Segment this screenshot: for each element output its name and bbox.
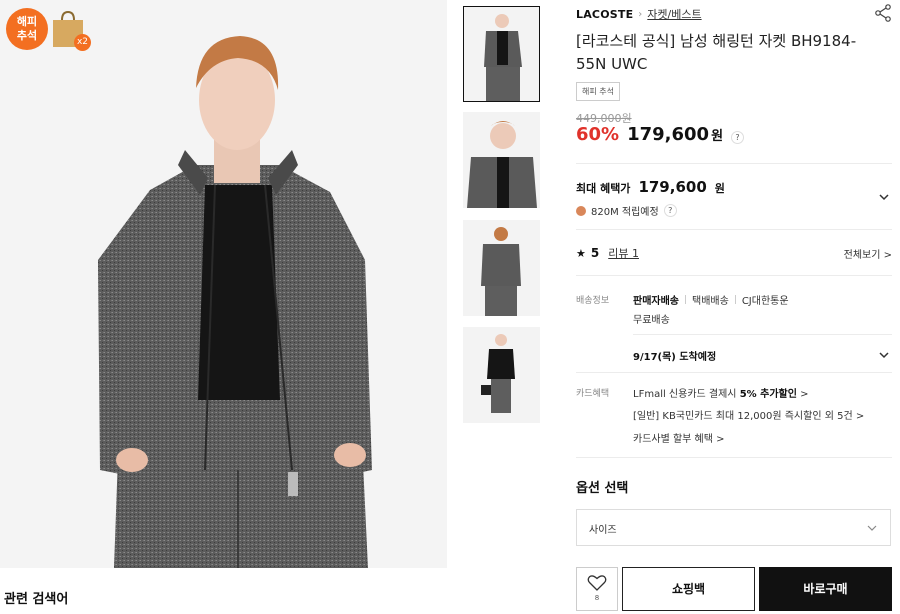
bag-count-badge: x2	[74, 34, 91, 51]
arrival-text: 9/17(목) 도착예정	[633, 352, 717, 363]
review-row: ★ 5 리뷰 1	[576, 245, 639, 261]
shipping-label: 배송정보	[576, 296, 610, 306]
max-benefit-row: 최대 혜택가 179,600 원	[576, 178, 725, 196]
chevron-right-icon: ›	[638, 8, 643, 20]
view-all-link[interactable]: 전체보기 >	[844, 246, 892, 261]
breadcrumb: LACOSTE › 자켓/베스트	[576, 6, 702, 22]
chevron-down-icon[interactable]	[878, 349, 890, 361]
thumbnail-photo	[463, 112, 540, 208]
price-unit: 원	[711, 129, 724, 144]
brand-link[interactable]: LACOSTE	[576, 8, 633, 21]
points-text: 820M 적립예정	[591, 207, 659, 218]
chevron-down-icon[interactable]	[878, 191, 890, 203]
divider	[576, 372, 892, 373]
card-line2-text: [일반] KB국민카드 최대 12,000원 즉시할인 외 5건 >	[633, 411, 865, 422]
sale-price: 179,600	[627, 124, 710, 145]
divider	[576, 163, 892, 164]
divider	[576, 229, 892, 230]
size-select[interactable]: 사이즈	[576, 509, 891, 546]
benefit-price: 179,600	[638, 178, 707, 196]
divider	[633, 334, 892, 335]
shipping-fee-text: 무료배송	[633, 315, 670, 326]
card-line1-suffix: >	[796, 389, 809, 400]
main-product-image[interactable]: 해피 추석 x2	[0, 0, 447, 568]
related-search-title: 관련 검색어	[4, 592, 69, 607]
card-benefit-line-3[interactable]: 카드사별 할부 혜택 >	[633, 430, 725, 445]
product-photo	[0, 0, 447, 568]
thumbnail-1[interactable]	[463, 6, 540, 102]
benefit-unit: 원	[714, 182, 725, 195]
share-icon[interactable]	[874, 4, 892, 22]
card-benefit-line-2[interactable]: [일반] KB국민카드 최대 12,000원 즉시할인 외 5건 >	[633, 407, 864, 422]
price-row: 60% 179,600 원 ?	[576, 124, 745, 145]
chevron-down-icon	[867, 525, 877, 531]
shipping-info: 판매자배송 택배배송 CJ대한통운	[633, 292, 789, 307]
star-icon: ★	[576, 246, 586, 260]
thumbnail-2[interactable]	[463, 112, 540, 208]
separator	[734, 295, 736, 304]
card-line3-text: 카드사별 할부 혜택 >	[633, 434, 725, 445]
shipping-fee: 무료배송	[633, 311, 670, 326]
divider	[576, 457, 892, 458]
question-icon[interactable]: ?	[663, 204, 677, 217]
size-select-placeholder: 사이즈	[589, 525, 617, 536]
coin-icon	[576, 205, 586, 216]
thumbnail-photo	[463, 327, 540, 423]
shopping-bag-button[interactable]: 쇼핑백	[622, 567, 755, 611]
card-benefit-line-1[interactable]: LFmall 신용카드 결제시 5% 추가할인 >	[633, 385, 809, 400]
thumbnail-3[interactable]	[463, 220, 540, 316]
happy-chuseok-badge: 해피 추석	[6, 8, 48, 50]
shipping-method: 택배배송	[692, 296, 729, 307]
wishlist-button[interactable]: 8	[576, 567, 618, 611]
divider	[576, 275, 892, 276]
points-row: 820M 적립예정 ?	[576, 203, 677, 218]
benefit-label: 최대 혜택가	[576, 182, 631, 195]
review-link[interactable]: 리뷰 1	[608, 245, 639, 261]
promo-tag: 해피 추석	[576, 82, 620, 101]
thumbnail-photo	[464, 7, 539, 101]
thumbnail-4[interactable]	[463, 327, 540, 423]
card-benefit-label: 카드혜택	[576, 389, 610, 399]
question-icon[interactable]: ?	[731, 131, 745, 144]
badge-line-1: 해피	[16, 15, 38, 28]
option-title: 옵션 선택	[576, 481, 629, 496]
action-buttons: 8 쇼핑백 바로구매	[576, 567, 892, 611]
heart-icon	[587, 575, 607, 591]
rating-value: 5	[590, 246, 600, 260]
category-link[interactable]: 자켓/베스트	[647, 6, 701, 22]
card-line1-bold: 5% 추가할인	[739, 389, 797, 400]
arrival-row[interactable]: 9/17(목) 도착예정	[633, 348, 716, 363]
shipping-carrier: CJ대한통운	[741, 296, 789, 307]
shipping-type: 판매자배송	[633, 296, 679, 307]
separator	[685, 295, 686, 304]
badge-line-2: 추석	[16, 29, 38, 42]
buy-now-button[interactable]: 바로구매	[759, 567, 892, 611]
discount-rate: 60%	[576, 124, 620, 145]
wishlist-count: 8	[594, 594, 600, 602]
thumbnail-photo	[463, 220, 540, 316]
card-line1-prefix: LFmall 신용카드 결제시	[633, 389, 740, 400]
product-title: [라코스테 공식] 남성 해링턴 자켓 BH9184-55N UWC	[576, 32, 857, 73]
